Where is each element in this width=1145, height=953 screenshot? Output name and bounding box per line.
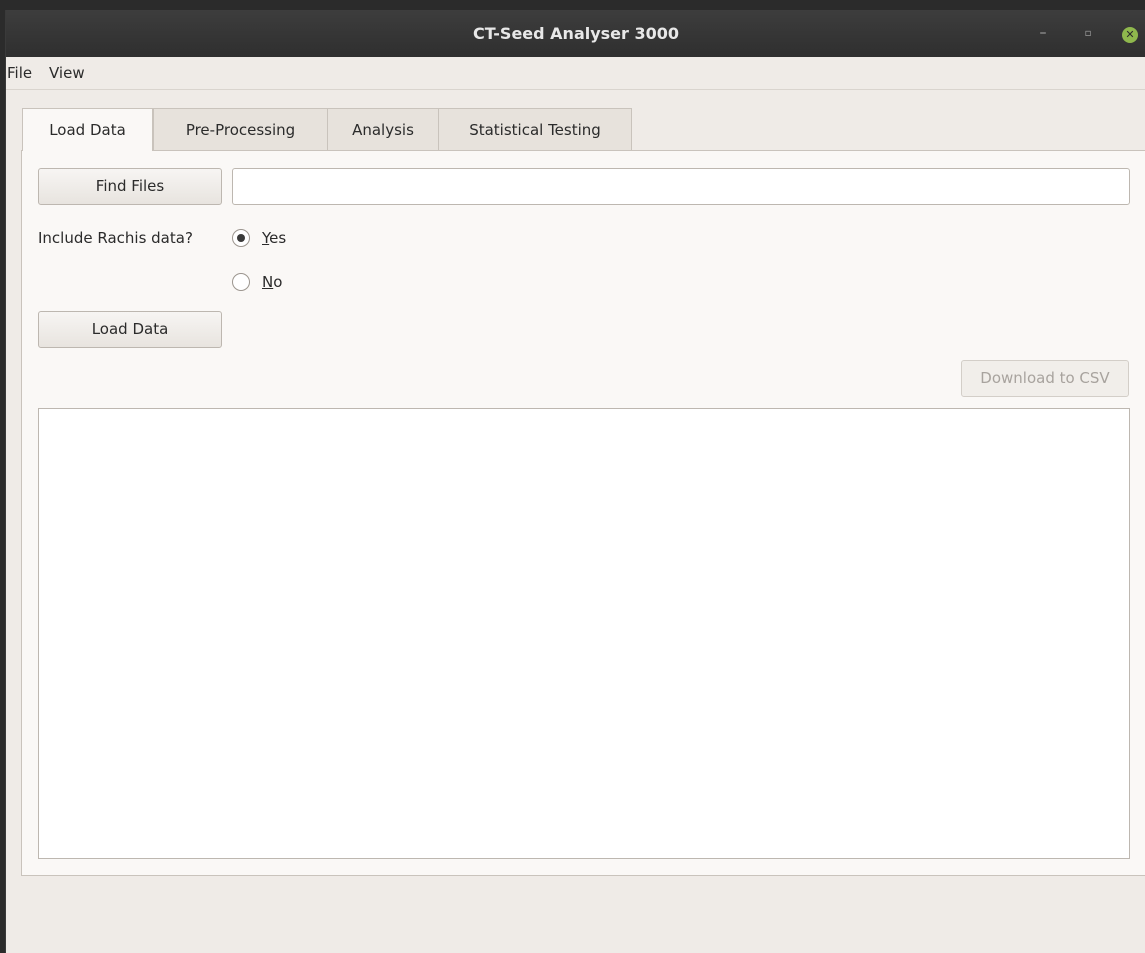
rachis-no-radio[interactable] (232, 273, 250, 291)
window-title: CT-Seed Analyser 3000 (472, 24, 680, 43)
data-output-area[interactable] (38, 408, 1130, 859)
tab-pre-processing[interactable]: Pre-Processing (153, 108, 328, 150)
download-csv-button[interactable]: Download to CSV (961, 360, 1129, 397)
find-files-button[interactable]: Find Files (38, 168, 222, 205)
file-path-input[interactable] (232, 168, 1130, 205)
tab-statistical-testing[interactable]: Statistical Testing (438, 108, 632, 150)
tab-analysis[interactable]: Analysis (327, 108, 439, 150)
rachis-yes-label[interactable]: Yes (262, 227, 286, 249)
maximize-icon[interactable]: ▫ (1076, 10, 1100, 57)
menu-file[interactable]: File (7, 57, 32, 90)
menu-bar: File View (6, 57, 1145, 90)
app-window: CT-Seed Analyser 3000 – ▫ ✕ File View Lo… (5, 10, 1145, 953)
tab-load-data[interactable]: Load Data (22, 108, 153, 151)
rachis-yes-radio[interactable] (232, 229, 250, 247)
minimize-icon[interactable]: – (1031, 10, 1055, 57)
close-icon[interactable]: ✕ (1122, 27, 1138, 43)
title-bar[interactable]: CT-Seed Analyser 3000 – ▫ ✕ (6, 10, 1145, 57)
rachis-no-label[interactable]: No (262, 271, 282, 293)
menu-view[interactable]: View (49, 57, 85, 90)
rachis-question-label: Include Rachis data? (38, 229, 193, 247)
load-data-button[interactable]: Load Data (38, 311, 222, 348)
